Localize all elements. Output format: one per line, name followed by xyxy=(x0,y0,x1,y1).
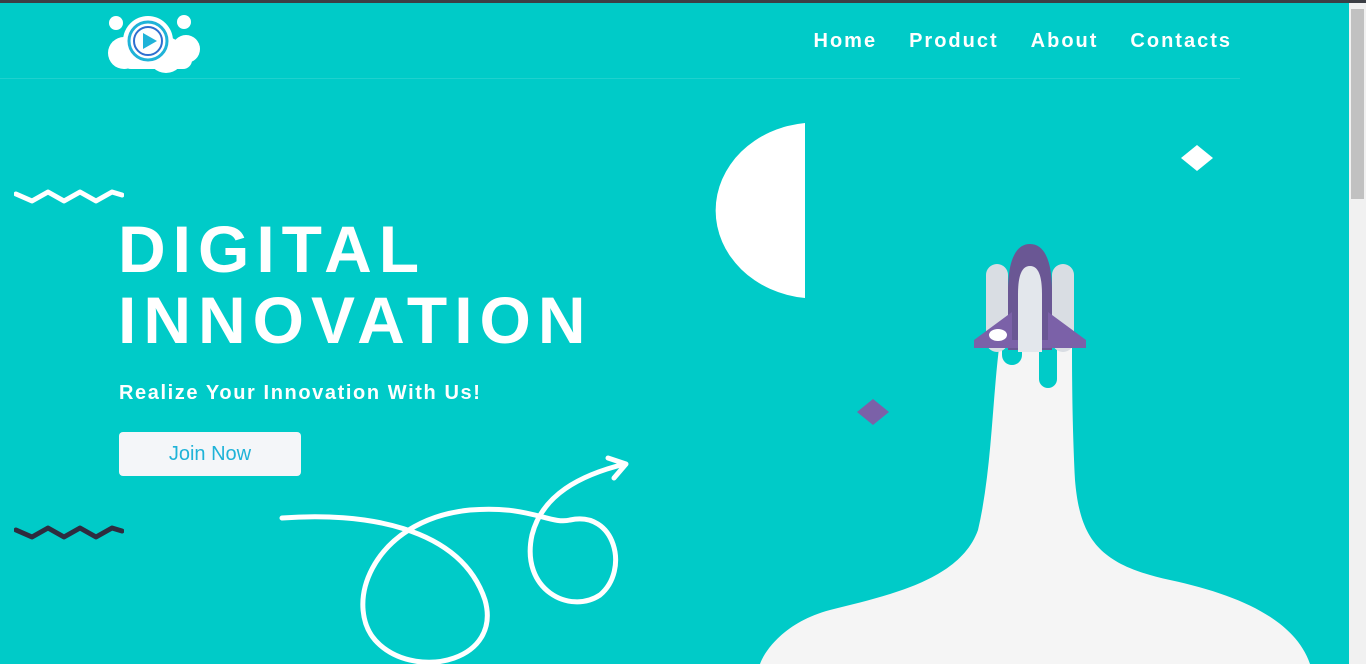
hero-title-line1: DIGITAL xyxy=(118,212,427,286)
hero-subtitle: Realize Your Innovation With Us! xyxy=(119,382,482,404)
nav-product[interactable]: Product xyxy=(909,30,999,53)
cloud-play-icon xyxy=(108,15,200,73)
nav-about[interactable]: About xyxy=(1031,30,1099,53)
curly-arrow-decoration xyxy=(279,455,629,664)
nav-home[interactable]: Home xyxy=(814,30,878,53)
page-scrollbar[interactable] xyxy=(1349,3,1366,664)
site-header: Home Product About Contacts xyxy=(0,3,1240,79)
zigzag-dark-decoration xyxy=(14,525,124,540)
smoke-trail xyxy=(760,340,1310,664)
rocket-illustration xyxy=(760,244,1310,664)
zigzag-white-decoration xyxy=(14,189,124,204)
main-nav: Home Product About Contacts xyxy=(814,30,1232,53)
logo[interactable] xyxy=(106,13,202,73)
hero-title: DIGITAL INNOVATION xyxy=(118,214,593,356)
nav-contacts[interactable]: Contacts xyxy=(1130,30,1232,53)
diamond-white-decoration xyxy=(1181,145,1213,171)
hero-title-line2: INNOVATION xyxy=(118,283,593,357)
scrollbar-thumb[interactable] xyxy=(1351,9,1364,199)
